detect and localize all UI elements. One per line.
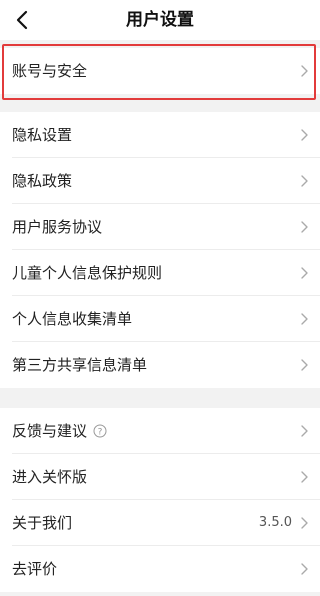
settings-item-third-party-list[interactable]: 第三方共享信息清单: [0, 342, 320, 388]
settings-item-label: 反馈与建议: [12, 422, 88, 440]
settings-group-privacy: 隐私设置 隐私政策 用户服务协议 儿童个人信息保护规则 个人信息收集清单 第三方: [0, 112, 320, 388]
chevron-right-icon: [301, 175, 308, 187]
settings-group-account: 账号与安全: [0, 48, 320, 94]
help-circle-icon[interactable]: ?: [93, 424, 107, 438]
chevron-right-icon: [301, 563, 308, 575]
settings-item-about[interactable]: 关于我们 3.5.0: [0, 500, 320, 546]
chevron-right-icon: [301, 129, 308, 141]
settings-item-info-collection-list[interactable]: 个人信息收集清单: [0, 296, 320, 342]
settings-item-user-agreement[interactable]: 用户服务协议: [0, 204, 320, 250]
svg-text:?: ?: [98, 427, 103, 437]
chevron-right-icon: [301, 267, 308, 279]
settings-item-label: 去评价: [12, 560, 58, 578]
nav-bar: 用户设置: [0, 0, 320, 40]
settings-item-label: 个人信息收集清单: [12, 310, 133, 328]
settings-group-other: 反馈与建议 ? 进入关怀版 关于我们 3.5.0 去评价: [0, 408, 320, 592]
settings-item-care-mode[interactable]: 进入关怀版: [0, 454, 320, 500]
chevron-right-icon: [301, 221, 308, 233]
chevron-right-icon: [301, 517, 308, 529]
settings-item-label: 隐私设置: [12, 126, 73, 144]
settings-item-label: 用户服务协议: [12, 218, 103, 236]
settings-item-label: 第三方共享信息清单: [12, 356, 148, 374]
chevron-right-icon: [301, 65, 308, 77]
version-value: 3.5.0: [258, 515, 292, 530]
chevron-right-icon: [301, 425, 308, 437]
chevron-right-icon: [301, 359, 308, 371]
settings-item-label: 关于我们: [12, 514, 73, 532]
settings-item-privacy-settings[interactable]: 隐私设置: [0, 112, 320, 158]
settings-item-rate[interactable]: 去评价: [0, 546, 320, 592]
settings-item-label: 隐私政策: [12, 172, 73, 190]
settings-item-label: 儿童个人信息保护规则: [12, 264, 163, 282]
settings-item-account-security[interactable]: 账号与安全: [0, 48, 320, 94]
chevron-right-icon: [301, 471, 308, 483]
page-title: 用户设置: [126, 10, 194, 30]
settings-item-feedback[interactable]: 反馈与建议 ?: [0, 408, 320, 454]
settings-item-label: 进入关怀版: [12, 468, 88, 486]
chevron-right-icon: [301, 313, 308, 325]
settings-item-privacy-policy[interactable]: 隐私政策: [0, 158, 320, 204]
settings-item-children-protection[interactable]: 儿童个人信息保护规则: [0, 250, 320, 296]
settings-item-label: 账号与安全: [12, 62, 88, 80]
